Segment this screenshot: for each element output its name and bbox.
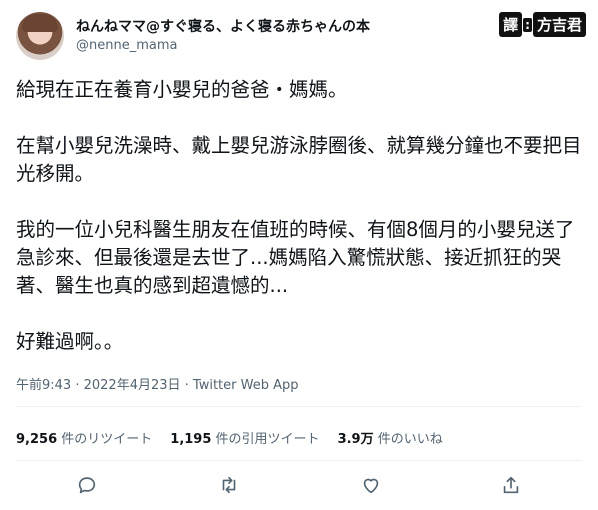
tweet-source[interactable]: Twitter Web App (193, 378, 299, 393)
divider (16, 406, 582, 407)
reply-icon (78, 477, 96, 494)
retweet-button[interactable] (218, 474, 242, 498)
like-button[interactable] (360, 474, 384, 498)
quotes-count: 1,195 (170, 432, 212, 447)
quotes-stat[interactable]: 1,195 件の引用ツイート (170, 428, 319, 447)
retweet-icon (222, 476, 236, 494)
divider (16, 460, 582, 461)
reply-button[interactable] (76, 474, 100, 498)
tweet-actions (0, 470, 598, 502)
retweets-stat[interactable]: 9,256 件のリツイート (16, 428, 152, 447)
author-handle[interactable]: @nenne_mama (76, 38, 177, 53)
watermark-seal: 譯 (499, 12, 523, 37)
tweet-stats: 9,256 件のリツイート 1,195 件の引用ツイート 3.9万 件のいいね (16, 428, 443, 447)
share-button[interactable] (500, 474, 524, 498)
likes-count: 3.9万 (337, 432, 374, 447)
share-icon (503, 476, 519, 494)
watermark-separator: : (523, 17, 532, 32)
likes-label: 件のいいね (377, 432, 443, 447)
quotes-label: 件の引用ツイート (215, 432, 320, 447)
translator-watermark: 譯 : 方吉君 (499, 12, 586, 37)
retweets-count: 9,256 (16, 432, 58, 447)
tweet-paragraph: 好難過啊。。 (16, 330, 124, 353)
author-display-name[interactable]: ねんねママ@すぐ寝る、よく寝る赤ちゃんの本 (76, 16, 370, 36)
tweet-date[interactable]: 2022年4月23日 (84, 378, 181, 393)
avatar[interactable] (16, 12, 64, 60)
tweet-paragraph: 我的一位小兒科醫生朋友在值班的時候、有個8個月的小嬰兒送了急診來、但最後還是去世… (16, 218, 575, 297)
watermark-name: 方吉君 (532, 12, 586, 37)
tweet-paragraph: 在幫小嬰兒洗澡時、戴上嬰兒游泳脖圈後、就算幾分鐘也不要把目光移開。 (16, 134, 582, 185)
tweet-time[interactable]: 午前9:43 (16, 378, 71, 393)
meta-separator: · (71, 378, 84, 393)
tweet-text: 給現在正在養育小嬰兒的爸爸・媽媽。 在幫小嬰兒洗澡時、戴上嬰兒游泳脖圈後、就算幾… (16, 76, 584, 356)
like-icon (363, 478, 379, 494)
tweet-meta: 午前9:43 · 2022年4月23日 · Twitter Web App (16, 374, 299, 393)
meta-separator: · (180, 378, 193, 393)
tweet-header: ねんねママ@すぐ寝る、よく寝る赤ちゃんの本 @nenne_mama 譯 : 方吉… (16, 12, 586, 64)
likes-stat[interactable]: 3.9万 件のいいね (338, 428, 443, 447)
retweets-label: 件のリツイート (61, 432, 153, 447)
tweet-paragraph: 給現在正在養育小嬰兒的爸爸・媽媽。 (16, 78, 348, 101)
